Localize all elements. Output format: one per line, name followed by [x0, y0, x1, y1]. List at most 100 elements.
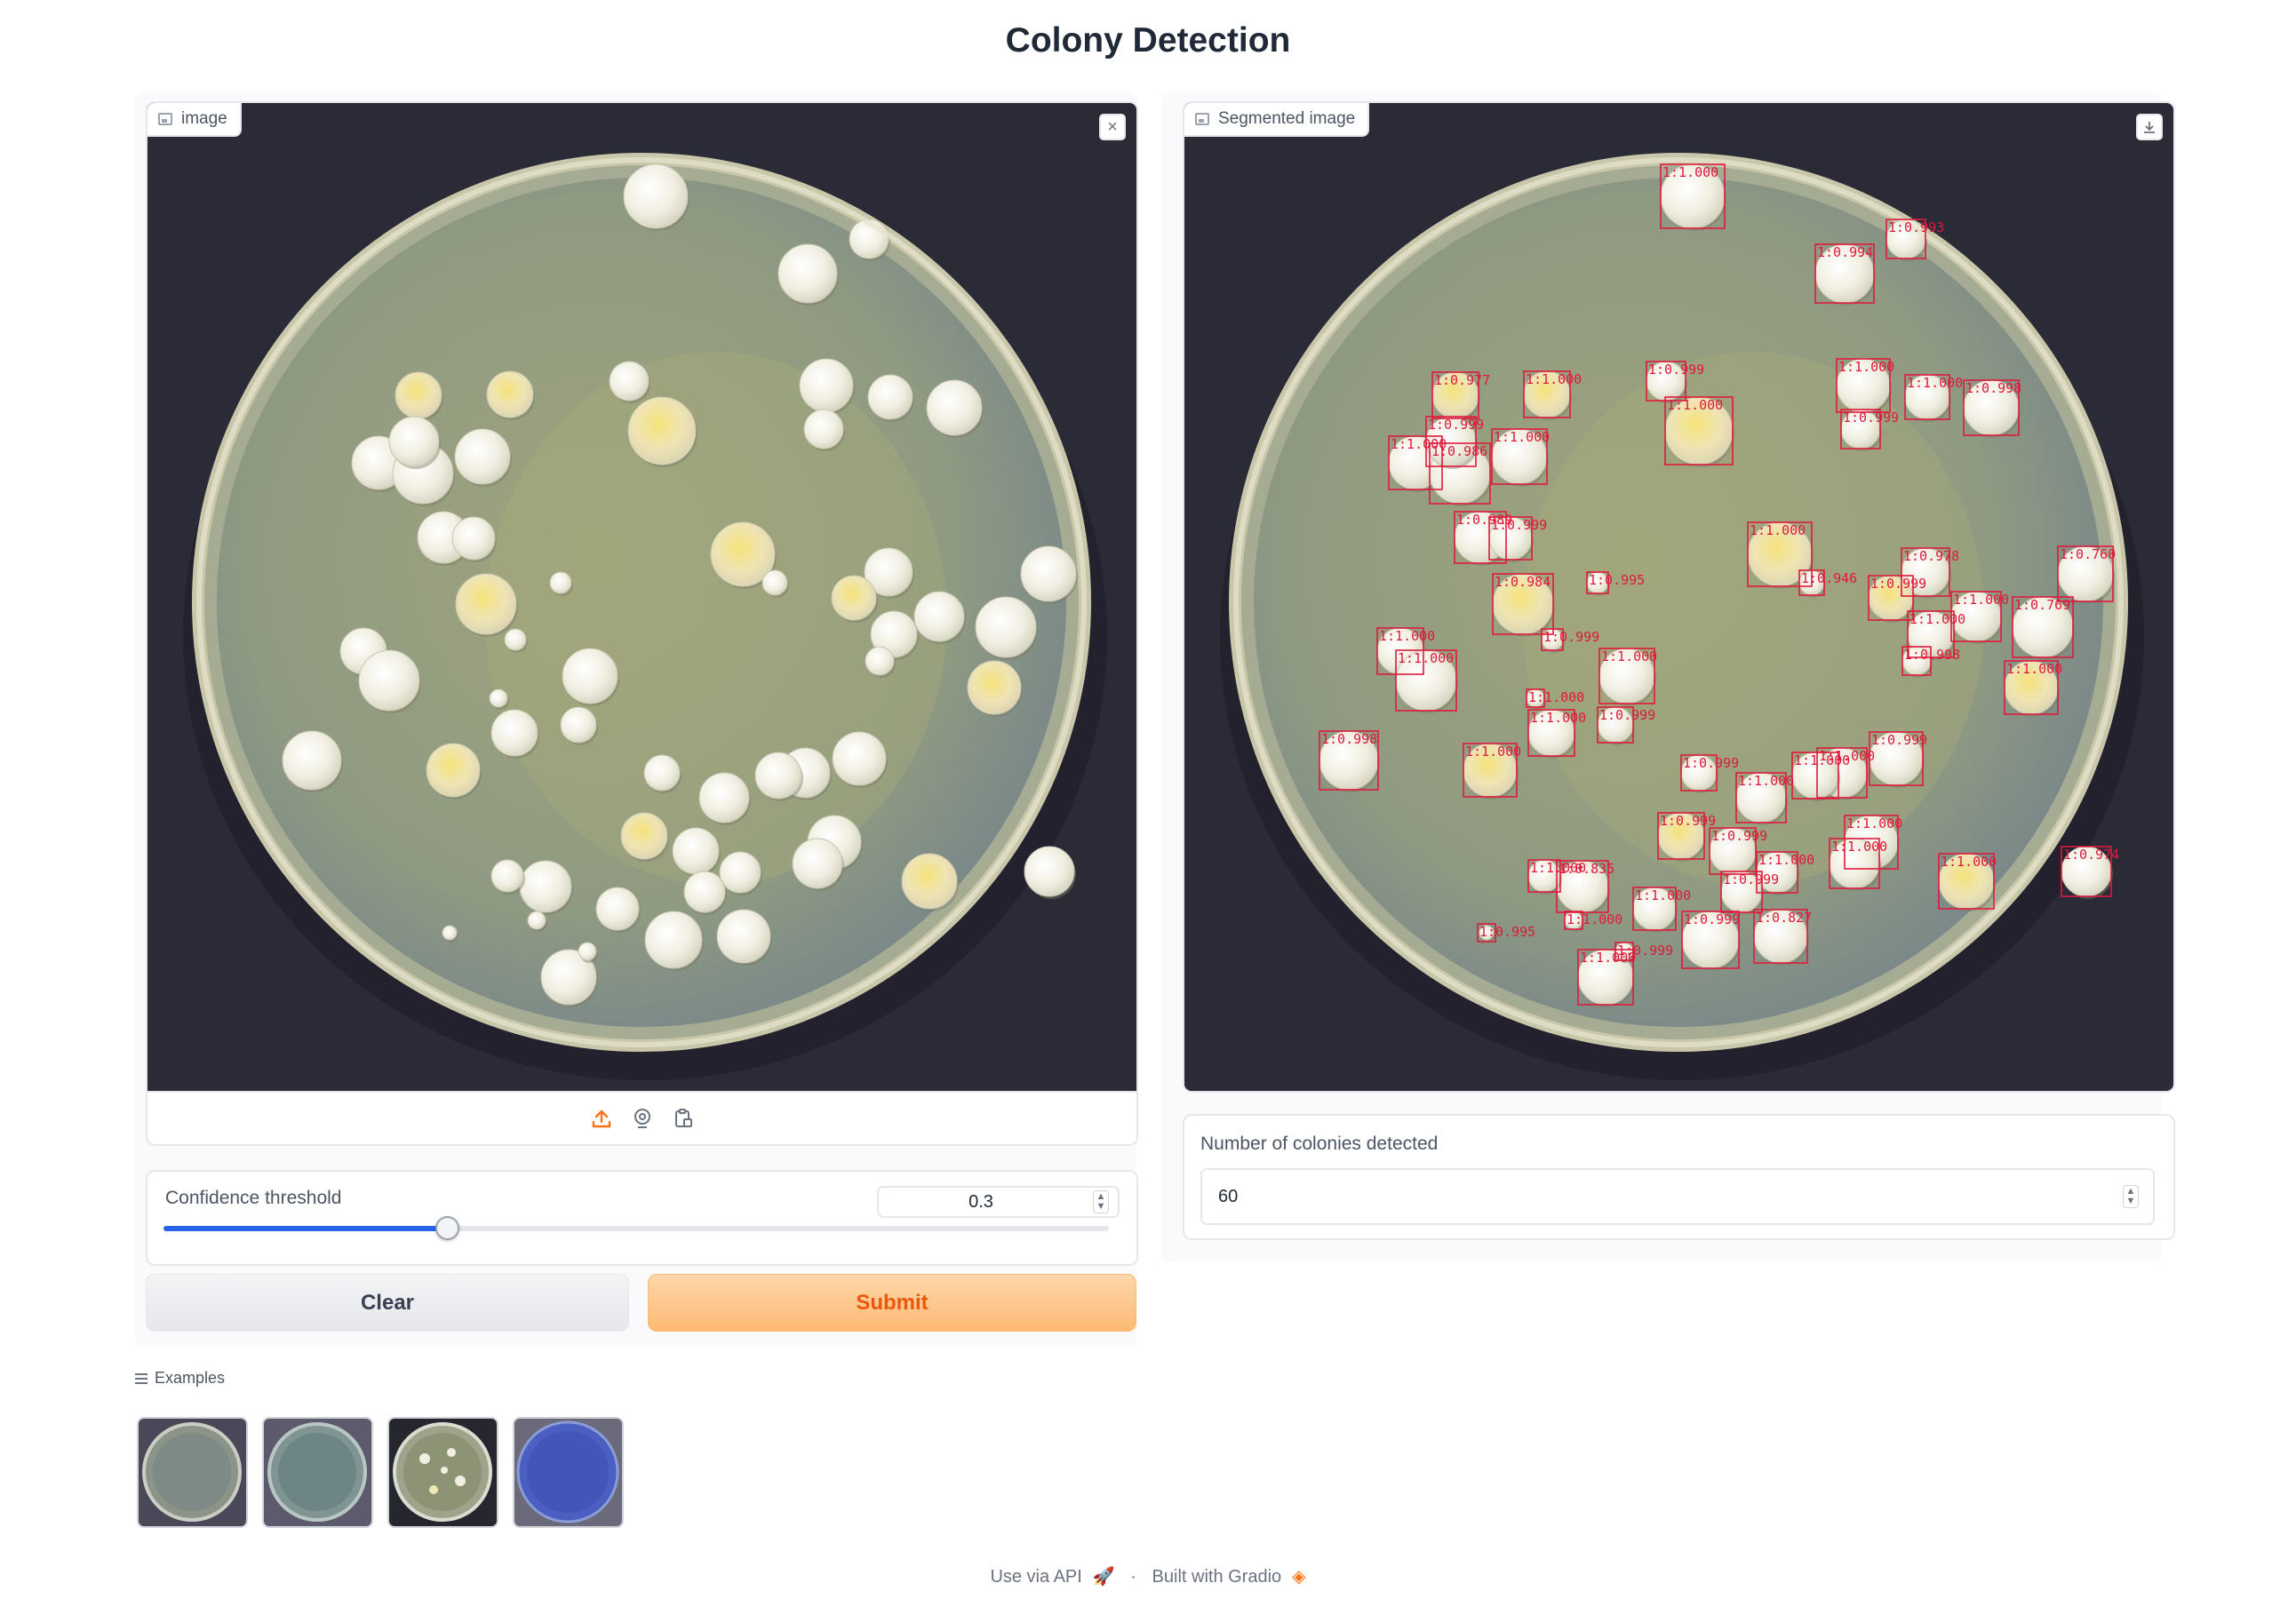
detection-label: 1:0.999 [1428, 417, 1484, 433]
detection-label: 1:1.000 [2006, 661, 2062, 677]
detection-label: 1:0.978 [1903, 548, 1959, 564]
detection-label: 1:1.000 [1567, 911, 1622, 927]
examples-label-text: Examples [155, 1369, 226, 1387]
detection-label: 1:0.998 [1965, 380, 2021, 396]
detection-label: 1:1.000 [1530, 860, 1586, 876]
detection-label: 1:1.000 [1953, 592, 2009, 608]
segmented-image-panel: 1:1.000 1:0.994 1:0.993 1:0.977 1:1.000 1:0.9… [1183, 101, 2175, 1093]
detection-label: 1:0.993 [1888, 219, 1944, 235]
detection-label: 1:0.998 [1321, 731, 1377, 747]
segmented-image-label-text: Segmented image [1218, 109, 1356, 128]
page-title: Colony Detection [1005, 21, 1291, 60]
detection-label: 1:0.760 [2060, 546, 2116, 562]
colonies-count-value: 60 [1218, 1186, 1239, 1206]
footer: Use via API 🚀 · Built with Gradio ◈ [0, 1565, 2296, 1587]
input-image-label: image [147, 103, 242, 137]
detection-label: 1:0.994 [1817, 244, 1873, 260]
number-stepper[interactable]: ▲ ▼ [1093, 1190, 1109, 1213]
detection-label: 1:0.999 [1543, 629, 1599, 645]
detection-label: 1:1.000 [1465, 744, 1521, 760]
example-thumbnail-4[interactable] [513, 1417, 624, 1528]
detection-label: 1:1.000 [1909, 611, 1965, 627]
clipboard-icon[interactable] [672, 1107, 695, 1130]
use-via-api-link[interactable]: Use via API [990, 1567, 1081, 1587]
detection-label: 1:1.000 [1831, 839, 1887, 855]
detection-label: 1:1.000 [1750, 522, 1806, 538]
detection-label: 1:1.000 [1738, 773, 1794, 789]
example-thumbnail-1[interactable] [137, 1417, 248, 1528]
clear-button[interactable]: Clear [146, 1274, 629, 1332]
detection-label: 1:1.000 [1941, 854, 1997, 870]
detection-label: 1:0.977 [1434, 372, 1490, 388]
input-image-panel[interactable]: image × [146, 101, 1138, 1146]
slider-fill [163, 1226, 448, 1231]
detection-label: 1:1.000 [1846, 815, 1902, 831]
confidence-threshold-input[interactable]: 0.3 ▲ ▼ [877, 1186, 1120, 1218]
detection-label: 1:1.000 [1379, 628, 1435, 644]
detection-label: 1:0.999 [1723, 871, 1779, 887]
detection-label: 1:0.995 [1589, 572, 1645, 588]
petri-dish-image [147, 103, 1136, 1091]
detection-label: 1:1.000 [1530, 710, 1586, 726]
detection-label: 1:0.999 [1843, 410, 1899, 426]
detection-label: 1:1.000 [1526, 371, 1582, 387]
detection-label: 1:1.000 [1838, 359, 1894, 375]
detection-label: 1:1.000 [1528, 689, 1584, 705]
image-source-toolbar [147, 1091, 1136, 1144]
detection-label: 1:0.984 [1495, 574, 1551, 590]
number-stepper[interactable]: ▲ ▼ [2123, 1185, 2139, 1208]
list-icon [135, 1372, 147, 1384]
confidence-threshold-label: Confidence threshold [165, 1188, 342, 1208]
detection-label: 1:0.986 [1431, 443, 1487, 459]
detection-label: 1:1.000 [1601, 648, 1657, 664]
examples-label: Examples [135, 1369, 225, 1388]
detection-label: 1:0.998 [1904, 647, 1960, 663]
detection-label: 1:0.974 [2063, 847, 2119, 863]
detection-label: 1:1.000 [1667, 397, 1723, 413]
detection-label: 1:0.999 [1870, 576, 1926, 592]
detection-label: 1:1.000 [1907, 375, 1963, 391]
confidence-threshold-block [146, 1170, 1138, 1266]
upload-icon[interactable] [590, 1107, 613, 1130]
colonies-count-field[interactable]: 60 ▲ ▼ [1200, 1168, 2155, 1225]
detection-label: 1:0.995 [1479, 924, 1535, 940]
confidence-threshold-slider[interactable] [163, 1216, 1109, 1240]
detection-label: 1:0.999 [1617, 943, 1673, 959]
gradio-logo-icon: ◈ [1292, 1567, 1306, 1587]
image-icon [1195, 113, 1209, 125]
detection-label: 1:0.999 [1871, 732, 1927, 748]
slider-handle[interactable] [435, 1216, 460, 1240]
detection-label: 1:0.827 [1756, 910, 1812, 926]
detection-label: 1:1.000 [1758, 852, 1814, 868]
submit-button[interactable]: Submit [648, 1274, 1136, 1332]
segmented-petri-dish-image: 1:1.0001:0.9941:0.9931:0.977 1:1.0001:0.9… [1184, 103, 2173, 1091]
detection-label: 1:1.000 [1662, 164, 1718, 180]
detection-label: 1:0.999 [1660, 813, 1716, 829]
example-thumbnail-3[interactable] [387, 1417, 498, 1528]
detection-label: 1:0.999 [1599, 707, 1655, 723]
input-image-label-text: image [181, 109, 227, 128]
detection-label: 1:1.000 [1794, 752, 1850, 768]
input-image[interactable] [147, 103, 1136, 1091]
detection-label: 1:0.999 [1491, 517, 1547, 533]
detection-label: 1:1.000 [1635, 887, 1691, 903]
segmented-image-label: Segmented image [1184, 103, 1370, 137]
built-with-gradio-link[interactable]: Built with Gradio [1152, 1567, 1282, 1587]
detection-label: 1:1.000 [1398, 650, 1454, 666]
confidence-threshold-value: 0.3 [969, 1191, 993, 1212]
rocket-icon: 🚀 [1092, 1567, 1115, 1587]
detection-label: 1:1.000 [1494, 429, 1550, 445]
footer-separator: · [1130, 1567, 1136, 1587]
segmented-image: 1:1.000 1:0.994 1:0.993 1:0.977 1:1.000 1:0.9… [1184, 103, 2173, 1091]
colonies-count-label: Number of colonies detected [1200, 1134, 1439, 1154]
detection-label: 1:0.946 [1801, 570, 1857, 586]
image-icon [158, 113, 172, 125]
detection-label: 1:0.999 [1711, 828, 1767, 844]
detection-label: 1:0.999 [1648, 362, 1704, 378]
detection-label: 1:0.999 [1683, 755, 1739, 771]
download-icon[interactable] [2136, 114, 2163, 140]
detection-label: 1:0.999 [1684, 911, 1740, 927]
example-thumbnail-2[interactable] [262, 1417, 373, 1528]
webcam-icon[interactable] [631, 1107, 654, 1130]
close-icon[interactable]: × [1099, 114, 1126, 140]
